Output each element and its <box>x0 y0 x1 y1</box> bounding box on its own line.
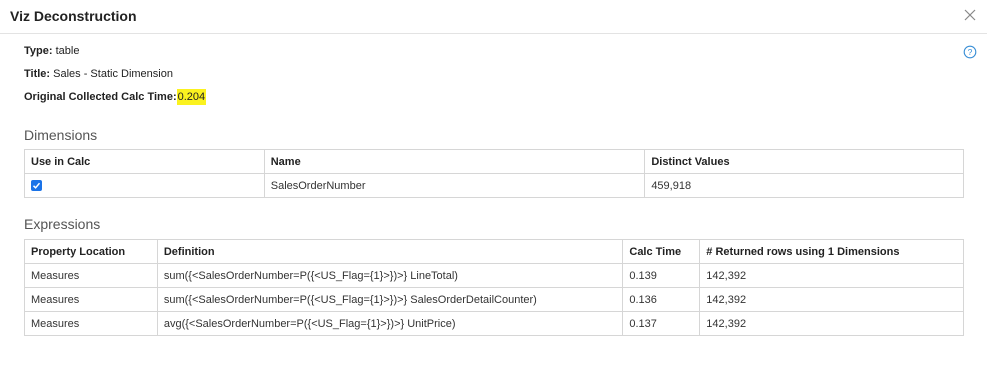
table-row: Measures sum({<SalesOrderNumber=P({<US_F… <box>24 263 964 288</box>
property-location-cell: Measures <box>24 287 158 312</box>
column-header[interactable]: Name <box>263 149 646 174</box>
svg-text:?: ? <box>968 47 973 57</box>
dimension-name-cell: SalesOrderNumber <box>263 173 646 198</box>
column-header[interactable]: Use in Calc <box>24 149 265 174</box>
dimensions-header-row: Use in Calc Name Distinct Values <box>24 149 964 174</box>
close-icon[interactable] <box>963 8 977 22</box>
use-in-calc-cell <box>24 173 265 198</box>
calc-time-cell: 0.137 <box>622 311 701 336</box>
type-label: Type: <box>24 45 53 57</box>
calc-time-label: Original Collected Calc Time: <box>24 91 177 103</box>
dimensions-heading: Dimensions <box>24 127 98 143</box>
dialog-title: Viz Deconstruction <box>10 8 137 24</box>
title-label: Title: <box>24 68 51 80</box>
column-header[interactable]: Property Location <box>24 239 158 264</box>
calc-time-cell: 0.136 <box>622 287 701 312</box>
title-line: Title: Sales - Static Dimension <box>24 68 173 80</box>
calc-time-cell: 0.139 <box>622 263 701 288</box>
table-row: Measures avg({<SalesOrderNumber=P({<US_F… <box>24 311 964 336</box>
title-value: Sales - Static Dimension <box>53 68 173 80</box>
definition-cell: sum({<SalesOrderNumber=P({<US_Flag={1}>}… <box>156 287 624 312</box>
column-header[interactable]: # Returned rows using 1 Dimensions <box>699 239 964 264</box>
definition-cell: avg({<SalesOrderNumber=P({<US_Flag={1}>}… <box>156 311 624 336</box>
distinct-values-cell: 459,918 <box>644 173 964 198</box>
column-header[interactable]: Calc Time <box>622 239 701 264</box>
column-header[interactable]: Distinct Values <box>644 149 964 174</box>
calc-time-line: Original Collected Calc Time:0.204 <box>24 89 207 105</box>
type-line: Type: table <box>24 45 79 57</box>
dialog-header: Viz Deconstruction <box>0 0 987 34</box>
table-row: Measures sum({<SalesOrderNumber=P({<US_F… <box>24 287 964 312</box>
expressions-heading: Expressions <box>24 216 101 232</box>
returned-rows-cell: 142,392 <box>699 311 964 336</box>
property-location-cell: Measures <box>24 263 158 288</box>
use-in-calc-checkbox[interactable] <box>31 180 42 192</box>
table-row: SalesOrderNumber 459,918 <box>24 173 964 198</box>
property-location-cell: Measures <box>24 311 158 336</box>
checkmark-icon <box>32 182 41 189</box>
returned-rows-cell: 142,392 <box>699 263 964 288</box>
calc-time-value: 0.204 <box>176 89 207 105</box>
column-header[interactable]: Definition <box>156 239 624 264</box>
expressions-table: Property Location Definition Calc Time #… <box>24 239 964 336</box>
help-circle-icon[interactable]: ? <box>963 45 977 59</box>
definition-cell: sum({<SalesOrderNumber=P({<US_Flag={1}>}… <box>156 263 624 288</box>
dimensions-table: Use in Calc Name Distinct Values SalesOr… <box>24 149 964 198</box>
expressions-header-row: Property Location Definition Calc Time #… <box>24 239 964 264</box>
returned-rows-cell: 142,392 <box>699 287 964 312</box>
type-value: table <box>55 45 80 57</box>
